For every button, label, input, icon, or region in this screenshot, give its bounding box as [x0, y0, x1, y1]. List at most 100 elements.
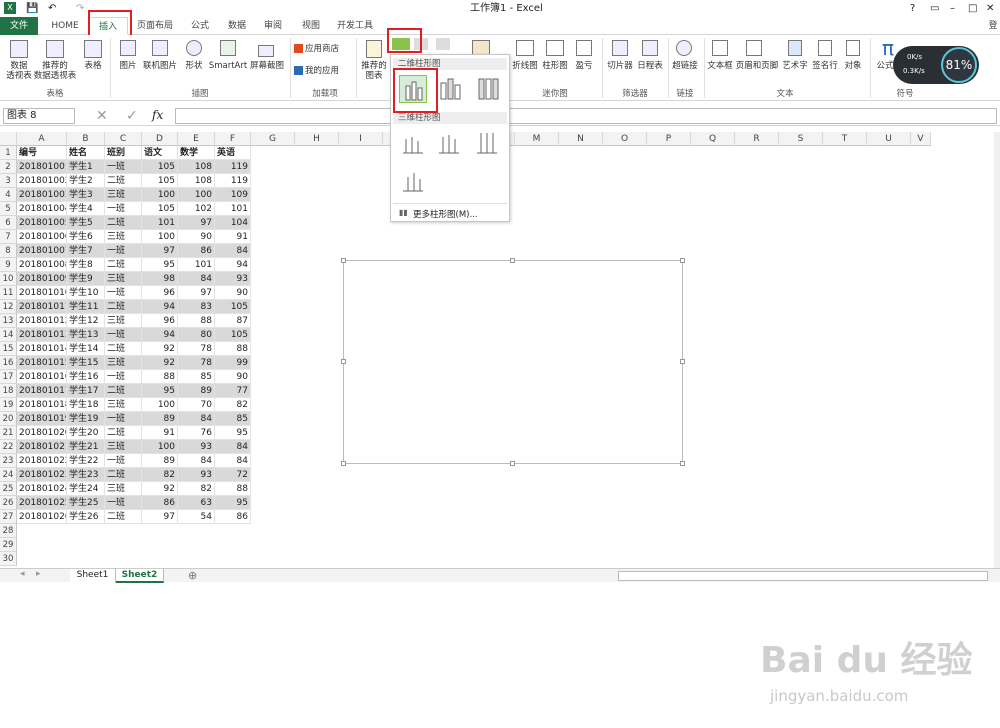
scatter-chart-icon[interactable] — [436, 38, 450, 50]
tab-developer[interactable]: 开发工具 — [332, 17, 378, 35]
cell[interactable]: 201801004 — [17, 202, 67, 216]
cell[interactable]: 201801003 — [17, 188, 67, 202]
row-header[interactable]: 8 — [0, 244, 17, 258]
cell[interactable]: 三班 — [105, 440, 142, 454]
cell[interactable]: 学生25 — [67, 496, 105, 510]
column-header[interactable]: G — [251, 132, 295, 146]
vertical-scrollbar[interactable] — [994, 132, 1000, 568]
horizontal-scrollbar[interactable] — [618, 571, 988, 581]
cell[interactable]: 201801008 — [17, 258, 67, 272]
empty-chart-area[interactable] — [341, 258, 685, 466]
cell[interactable]: 201801013 — [17, 328, 67, 342]
header-footer-button[interactable]: 页眉和页脚 — [734, 61, 780, 71]
row-header[interactable]: 13 — [0, 314, 17, 328]
3d-clustered-column-icon[interactable] — [399, 129, 427, 157]
cell[interactable]: 100 — [142, 188, 178, 202]
cell[interactable]: 英语 — [215, 146, 251, 160]
cell[interactable]: 学生24 — [67, 482, 105, 496]
maximize-button[interactable]: □ — [968, 0, 977, 17]
online-pictures-button[interactable]: 联机图片 — [140, 61, 180, 71]
column-header[interactable]: S — [779, 132, 823, 146]
row-header[interactable]: 4 — [0, 188, 17, 202]
cell[interactable]: 82 — [215, 398, 251, 412]
cell[interactable]: 93 — [178, 440, 215, 454]
cell[interactable]: 201801005 — [17, 216, 67, 230]
cell[interactable]: 54 — [178, 510, 215, 524]
cell[interactable]: 201801025 — [17, 496, 67, 510]
cell[interactable]: 学生23 — [67, 468, 105, 482]
cell[interactable]: 99 — [215, 356, 251, 370]
cell[interactable]: 201801023 — [17, 468, 67, 482]
row-header[interactable]: 12 — [0, 300, 17, 314]
row-header[interactable]: 17 — [0, 370, 17, 384]
row-header[interactable]: 6 — [0, 216, 17, 230]
cell[interactable]: 93 — [215, 272, 251, 286]
column-header[interactable]: I — [339, 132, 383, 146]
cell[interactable]: 201801014 — [17, 342, 67, 356]
row-header[interactable]: 28 — [0, 524, 17, 538]
row-header[interactable]: 21 — [0, 426, 17, 440]
name-box[interactable]: 图表 8 — [3, 108, 75, 124]
cell[interactable]: 学生13 — [67, 328, 105, 342]
cell[interactable]: 一班 — [105, 286, 142, 300]
cell[interactable]: 201801006 — [17, 230, 67, 244]
cell[interactable]: 105 — [215, 328, 251, 342]
cell[interactable]: 三班 — [105, 482, 142, 496]
cell[interactable]: 89 — [142, 412, 178, 426]
cell[interactable]: 学生12 — [67, 314, 105, 328]
cell[interactable]: 三班 — [105, 314, 142, 328]
cell[interactable]: 86 — [215, 510, 251, 524]
cell[interactable]: 94 — [215, 258, 251, 272]
cell[interactable]: 学生10 — [67, 286, 105, 300]
cell[interactable]: 101 — [142, 216, 178, 230]
cell[interactable]: 91 — [142, 426, 178, 440]
3d-stacked-column-icon[interactable] — [435, 129, 463, 157]
table-button[interactable]: 表格 — [80, 61, 106, 71]
cell[interactable]: 三班 — [105, 398, 142, 412]
smartart-button[interactable]: SmartArt — [206, 61, 250, 71]
cell[interactable]: 学生14 — [67, 342, 105, 356]
save-icon[interactable]: 💾 — [26, 0, 38, 17]
column-header[interactable]: T — [823, 132, 867, 146]
cell[interactable]: 91 — [215, 230, 251, 244]
cell[interactable]: 84 — [215, 454, 251, 468]
cell[interactable]: 学生6 — [67, 230, 105, 244]
cell[interactable]: 105 — [142, 202, 178, 216]
cell[interactable]: 88 — [215, 342, 251, 356]
cell[interactable]: 一班 — [105, 370, 142, 384]
cell[interactable]: 二班 — [105, 426, 142, 440]
cell[interactable]: 学生16 — [67, 370, 105, 384]
row-header[interactable]: 20 — [0, 412, 17, 426]
signature-line-button[interactable]: 签名行 — [810, 61, 840, 71]
cell[interactable]: 70 — [178, 398, 215, 412]
sheet-tab-sheet2[interactable]: Sheet2 — [116, 569, 164, 583]
cell[interactable]: 84 — [215, 244, 251, 258]
sign-in-link[interactable]: 登 — [986, 17, 1000, 35]
my-apps-button[interactable]: 我的应用 — [305, 66, 345, 76]
cell[interactable]: 92 — [142, 482, 178, 496]
cell[interactable]: 108 — [178, 160, 215, 174]
cell[interactable]: 201801024 — [17, 482, 67, 496]
more-column-charts-link[interactable]: 更多柱形图(M)... — [413, 208, 478, 220]
cell[interactable]: 201801001 — [17, 160, 67, 174]
cell[interactable]: 一班 — [105, 160, 142, 174]
row-header[interactable]: 30 — [0, 552, 17, 566]
close-button[interactable]: ✕ — [986, 0, 994, 17]
cell[interactable]: 学生7 — [67, 244, 105, 258]
cell[interactable]: 97 — [178, 216, 215, 230]
cell[interactable]: 201801011 — [17, 300, 67, 314]
slicer-button[interactable]: 切片器 — [604, 61, 636, 71]
cell[interactable]: 学生3 — [67, 188, 105, 202]
shapes-button[interactable]: 形状 — [180, 61, 208, 71]
cell[interactable]: 二班 — [105, 174, 142, 188]
cell[interactable]: 学生20 — [67, 426, 105, 440]
row-header[interactable]: 24 — [0, 468, 17, 482]
cell[interactable]: 72 — [215, 468, 251, 482]
cell[interactable]: 83 — [178, 300, 215, 314]
row-header[interactable]: 27 — [0, 510, 17, 524]
cell[interactable]: 84 — [178, 454, 215, 468]
cell[interactable]: 80 — [178, 328, 215, 342]
timeline-button[interactable]: 日程表 — [636, 61, 664, 71]
row-header[interactable]: 3 — [0, 174, 17, 188]
column-header[interactable]: P — [647, 132, 691, 146]
